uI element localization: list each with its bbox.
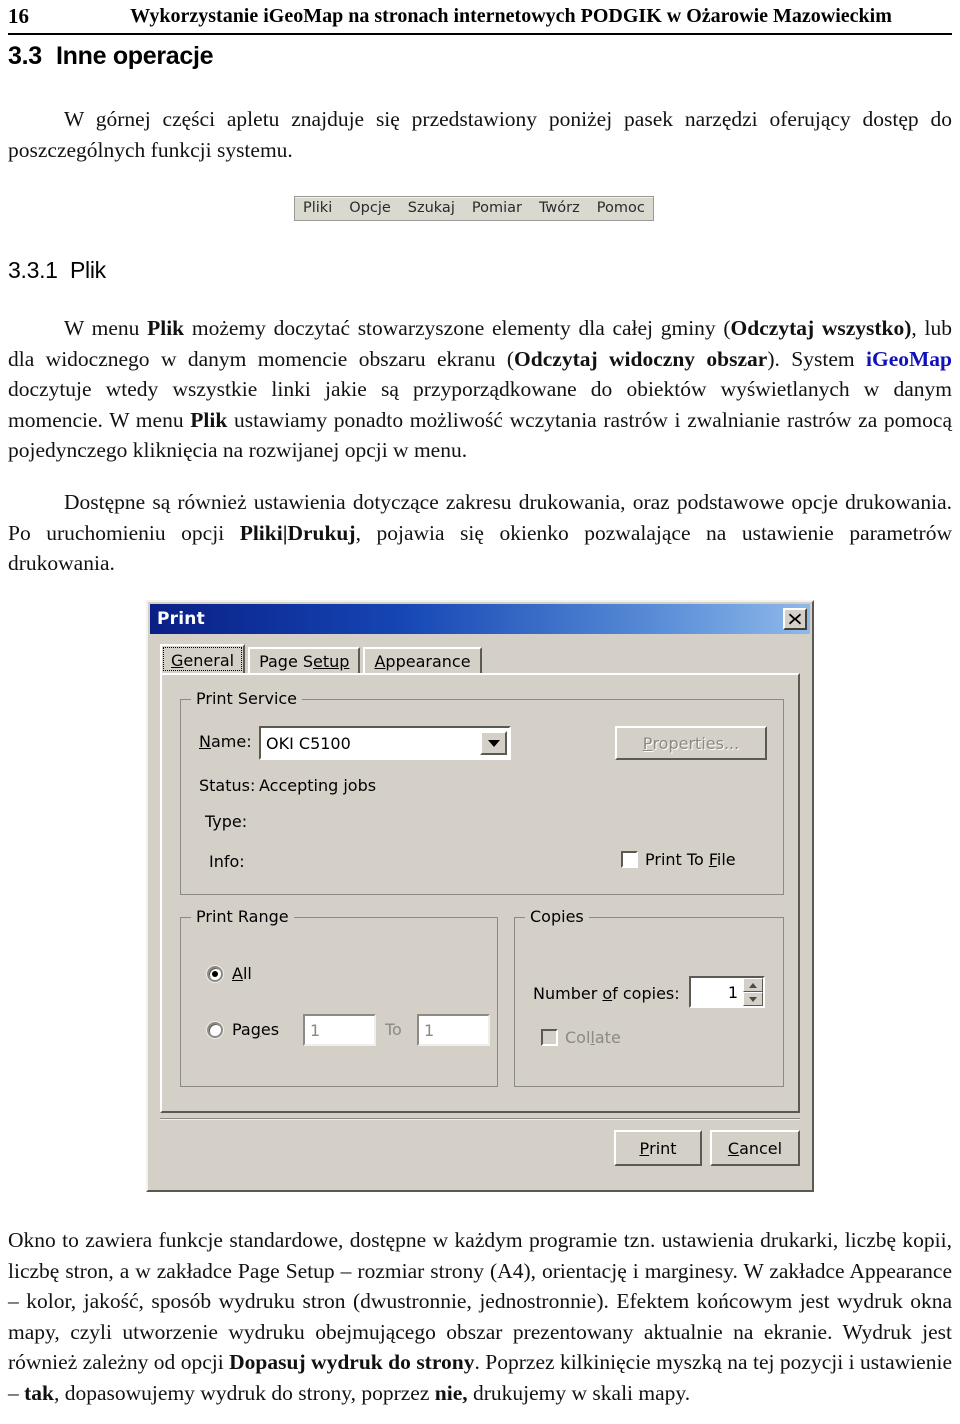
plik-bold-3: Odczytaj widoczny obszar	[514, 346, 768, 371]
subsection-number: 3.3.1	[8, 257, 58, 283]
number-of-copies-spinner[interactable]: 1	[689, 976, 765, 1008]
pages-from-input[interactable]: 1	[303, 1014, 376, 1046]
dialog-tabstrip: General Page Setup Appearance	[160, 644, 800, 674]
printer-name-value: OKI C5100	[266, 733, 351, 753]
tab-general-label: eneral	[183, 650, 235, 670]
tab-appearance-label: ppearance	[385, 652, 471, 671]
group-print-range-title: Print Range	[191, 907, 294, 926]
plik-text-1: W menu	[64, 316, 148, 340]
okno-text-4: drukujemy w skali mapy.	[467, 1380, 691, 1405]
plik-bold-2: Odczytaj wszystko)	[730, 316, 912, 340]
pages-to-label: To	[385, 1020, 402, 1039]
tab-general[interactable]: General	[160, 644, 246, 674]
spinner-down-icon[interactable]	[743, 992, 763, 1006]
plik-text-2: możemy doczytać stowarzyszone elementy d…	[184, 316, 731, 340]
print-dialog: Print General Page Setup Appearance Prin…	[146, 600, 814, 1192]
print-button[interactable]: Print	[614, 1130, 702, 1166]
status-value: Accepting jobs	[259, 776, 377, 795]
paragraph-plik: W menu Plik możemy doczytać stowarzyszon…	[8, 313, 952, 466]
radio-pages[interactable]: Pages	[207, 1020, 279, 1039]
type-label: Type:	[205, 812, 248, 831]
okno-bold-2: tak	[24, 1380, 54, 1405]
paragraph-intro-text: W górnej części apletu znajduje się prze…	[8, 107, 952, 162]
toolbar-item-opcje[interactable]: Opcje	[349, 200, 391, 216]
okno-text-3: , dopasowujemy wydruk do strony, poprzez	[54, 1380, 435, 1405]
plik-bold-1: Plik	[147, 316, 185, 340]
number-of-copies-value: 1	[727, 982, 738, 1002]
toolbar-item-tworz[interactable]: Twórz	[539, 200, 580, 216]
collate-box[interactable]	[541, 1029, 558, 1046]
print-to-file-checkbox[interactable]: Print To File	[621, 850, 736, 869]
tab-page-setup[interactable]: Page Setup	[248, 647, 361, 674]
plik-text-4: ). System	[767, 346, 866, 371]
spinner-up-icon[interactable]	[743, 978, 763, 992]
printer-name-label: Name:	[199, 732, 252, 751]
subsection-title: Plik	[70, 257, 106, 283]
druk-bold-1: Pliki|Drukuj	[239, 520, 356, 545]
pages-from-value: 1	[310, 1020, 321, 1040]
header-title: Wykorzystanie iGeoMap na stronach intern…	[130, 5, 892, 27]
printer-name-combobox[interactable]: OKI C5100	[259, 726, 511, 760]
number-of-copies-label: Number of copies:	[533, 984, 680, 1003]
section-number: 3.3	[8, 42, 42, 70]
pages-to-value: 1	[424, 1020, 435, 1040]
radio-pages-mark[interactable]	[207, 1021, 223, 1038]
dialog-title: Print	[157, 609, 205, 629]
subsection-heading: 3.3.1 Plik	[8, 257, 106, 284]
okno-bold-3: nie,	[434, 1380, 468, 1405]
section-title: Inne operacje	[56, 42, 214, 70]
group-copies: Copies Number of copies: 1 Collate	[514, 907, 784, 1087]
radio-all-label: All	[232, 964, 252, 983]
properties-button[interactable]: Properties...	[615, 726, 767, 760]
pages-to-input[interactable]: 1	[417, 1014, 490, 1046]
toolbar-item-pomiar[interactable]: Pomiar	[472, 200, 522, 216]
applet-toolbar-figure: Pliki Opcje Szukaj Pomiar Twórz Pomoc	[294, 196, 654, 221]
tab-appearance[interactable]: Appearance	[363, 647, 482, 674]
paragraph-intro: W górnej części apletu znajduje się prze…	[8, 104, 952, 165]
tab-page-setup-label-b: etup	[313, 652, 350, 671]
radio-all[interactable]: All	[207, 964, 252, 983]
group-copies-title: Copies	[525, 907, 589, 926]
spinner-buttons	[743, 978, 763, 1006]
paragraph-okno: Okno to zawiera funkcje standardowe, dos…	[8, 1225, 952, 1408]
group-print-service-title: Print Service	[191, 689, 303, 708]
collate-label: Collate	[565, 1028, 621, 1047]
toolbar-item-pomoc[interactable]: Pomoc	[597, 200, 645, 216]
page-running-header: 16 Wykorzystanie iGeoMap na stronach int…	[8, 2, 952, 36]
print-to-file-box[interactable]	[621, 851, 638, 868]
brand-igeomap: iGeoMap	[866, 346, 952, 371]
dialog-footer-divider	[160, 1118, 800, 1120]
cancel-button[interactable]: Cancel	[710, 1130, 800, 1166]
collate-checkbox[interactable]: Collate	[541, 1028, 621, 1047]
group-print-service: Print Service Name: OKI C5100 Properties…	[180, 689, 784, 895]
header-divider	[8, 33, 952, 35]
tab-page-setup-label-a: Page S	[259, 652, 314, 671]
info-label: Info:	[209, 852, 245, 871]
chevron-down-icon[interactable]	[480, 731, 507, 755]
print-to-file-label: Print To File	[645, 850, 736, 869]
plik-bold-4: Plik	[190, 407, 228, 432]
group-print-range: Print Range All Pages 1 To 1	[180, 907, 498, 1087]
radio-all-mark[interactable]	[207, 965, 223, 982]
section-heading: 3.3 Inne operacje	[8, 42, 214, 71]
radio-pages-label: Pages	[232, 1020, 280, 1039]
dialog-titlebar: Print	[150, 604, 810, 634]
tab-appearance-mnemonic: A	[374, 652, 386, 671]
paragraph-drukowanie: Dostępne są również ustawienia dotyczące…	[8, 487, 952, 579]
tab-panel-general: Print Service Name: OKI C5100 Properties…	[160, 673, 800, 1113]
toolbar-item-szukaj[interactable]: Szukaj	[408, 200, 455, 216]
toolbar-item-pliki[interactable]: Pliki	[303, 200, 332, 216]
tab-general-mnemonic: G	[171, 650, 184, 670]
close-icon[interactable]	[783, 608, 807, 630]
okno-bold-1: Dopasuj wydruk do strony	[229, 1350, 475, 1374]
page-number: 16	[8, 4, 29, 28]
status-label: Status:	[199, 776, 256, 795]
